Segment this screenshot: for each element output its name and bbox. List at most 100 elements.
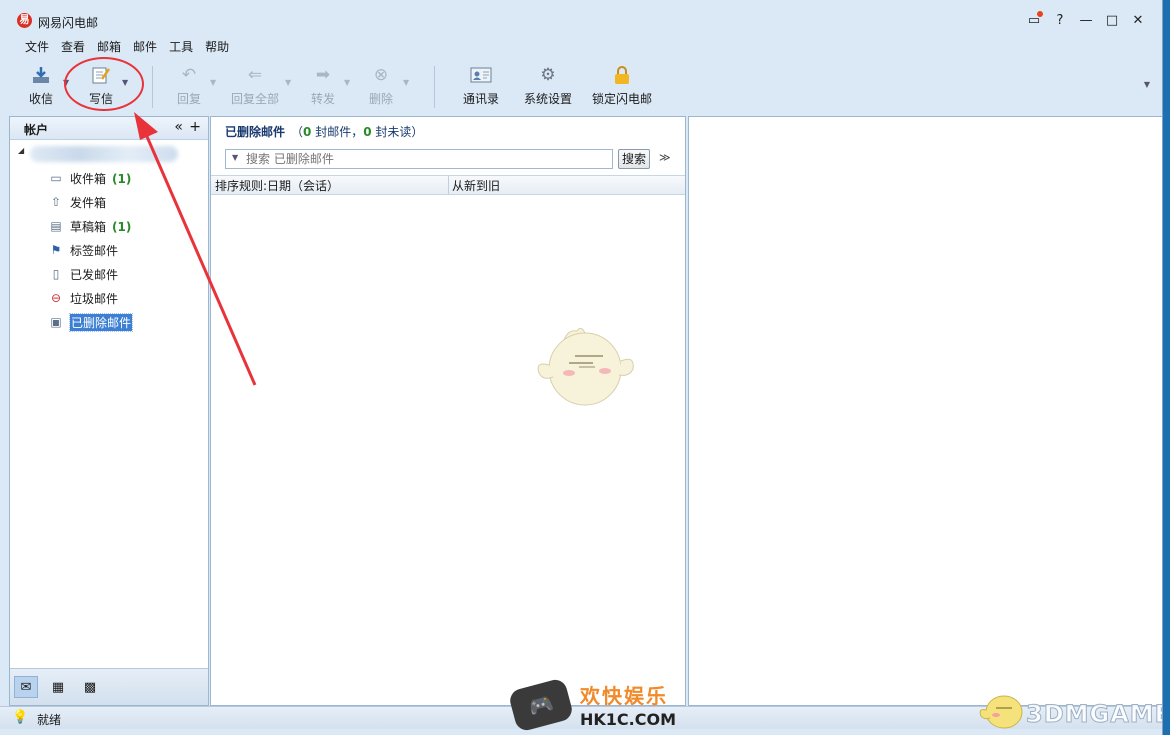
receive-button[interactable]: 收信 (24, 58, 58, 107)
lock-label: 锁定闪电邮 (591, 92, 652, 106)
gear-icon: ⚙ (540, 65, 556, 85)
sidebar-view-switcher: ✉ ▦ ▩ (10, 668, 208, 705)
toolbar-separator (434, 66, 435, 108)
folder-stats: （0 封邮件，0 封未读） (291, 125, 424, 139)
forward-dropdown-icon[interactable]: ▼ (344, 78, 350, 87)
delete-label: 删除 (368, 92, 393, 106)
folder-label: 发件箱 (70, 196, 107, 210)
watermark-cn-text: 欢快娱乐 (580, 684, 668, 708)
folder-flagged[interactable]: ⚑ 标签邮件 (10, 238, 208, 262)
folder-outbox[interactable]: ⇧ 发件箱 (10, 190, 208, 214)
reading-pane (688, 116, 1162, 706)
inbox-icon: ▭ (50, 171, 62, 185)
lock-button[interactable]: 锁定闪电邮 (590, 58, 654, 107)
contacts-icon (470, 64, 492, 86)
message-icon[interactable]: ▭ (1024, 11, 1044, 29)
account-name-blurred (30, 146, 178, 162)
menu-help[interactable]: 帮助 (205, 38, 229, 55)
folder-title: 已删除邮件 (225, 125, 286, 139)
sort-rule-column[interactable]: 排序规则:日期（会话） (215, 177, 339, 194)
column-divider[interactable] (448, 176, 449, 194)
add-account-button[interactable]: + (189, 119, 201, 135)
trash-icon: ▣ (50, 315, 62, 329)
drafts-icon: ▤ (50, 219, 62, 233)
sidebar-title: 帐户 (24, 123, 49, 137)
reply-all-dropdown-icon[interactable]: ▼ (285, 78, 291, 87)
delete-button[interactable]: ⊗ 删除 (364, 58, 398, 107)
mail-list-panel: 已删除邮件 （0 封邮件，0 封未读） ▼ 搜索 ≫ 排序规则:日期（会话） 从新… (210, 116, 686, 706)
folder-spam[interactable]: ⊖ 垃圾邮件 (10, 286, 208, 310)
watermark-en-text: HK1C.COM (580, 710, 677, 729)
app-logo-icon: 易 (17, 13, 32, 28)
menu-mail[interactable]: 邮件 (133, 38, 157, 55)
lock-icon (611, 64, 633, 86)
menu-bar: 文件 查看 邮箱 邮件 工具 帮助 (25, 38, 229, 55)
title-bar: 易 网易闪电邮 ▭ ? — □ ✕ (0, 8, 1162, 34)
toolbar-overflow-icon[interactable]: ▼ (1144, 80, 1150, 89)
search-input[interactable] (246, 151, 606, 167)
advanced-search-icon[interactable]: ≫ (659, 151, 671, 164)
folder-label: 收件箱 (70, 172, 107, 186)
folder-label: 草稿箱 (70, 220, 107, 234)
folder-sent[interactable]: ▯ 已发邮件 (10, 262, 208, 286)
contacts-label: 通讯录 (462, 92, 499, 106)
sort-order-column[interactable]: 从新到旧 (452, 177, 500, 194)
close-button[interactable]: ✕ (1128, 11, 1148, 29)
reply-all-button[interactable]: ⇐ 回复全部 (228, 58, 282, 107)
calendar-view-icon[interactable]: ▦ (46, 676, 70, 698)
reply-button[interactable]: ↶ 回复 (172, 58, 206, 107)
unread-count: (1) (112, 220, 132, 234)
reply-icon: ↶ (181, 65, 197, 85)
status-text: 就绪 (37, 713, 62, 727)
delete-icon: ⊗ (373, 65, 389, 85)
unread-count: (1) (112, 172, 132, 186)
menu-file[interactable]: 文件 (25, 38, 49, 55)
empty-mascot-icon (537, 327, 634, 406)
delete-dropdown-icon[interactable]: ▼ (403, 78, 409, 87)
flag-icon: ⚑ (50, 243, 62, 257)
forward-icon: ➡ (315, 65, 331, 85)
reply-label: 回复 (176, 92, 201, 106)
forward-label: 转发 (310, 92, 335, 106)
app-title: 网易闪电邮 (38, 16, 99, 30)
help-button[interactable]: ? (1050, 11, 1070, 29)
mascot-bird-icon (979, 695, 1023, 729)
receive-label: 收信 (28, 92, 53, 106)
toolbar: 收信 ▼ 写信 ▼ ↶ 回复 ▼ ⇐ 回复全部 ▼ ➡ 转发 ▼ ⊗ 删除 ▼ … (0, 58, 1162, 113)
lightbulb-icon: 💡 (12, 710, 29, 725)
mail-view-icon[interactable]: ✉ (14, 676, 38, 698)
folder-label: 垃圾邮件 (70, 292, 119, 306)
annotation-circle (64, 57, 144, 111)
folder-label: 标签邮件 (70, 244, 119, 258)
app-window: 易 网易闪电邮 ▭ ? — □ ✕ 文件 查看 邮箱 邮件 工具 帮助 收信 ▼ (0, 0, 1163, 735)
sent-icon: ▯ (52, 267, 60, 281)
expand-account-icon[interactable]: ◢ (18, 146, 24, 155)
folder-inbox[interactable]: ▭ 收件箱 (1) (10, 166, 208, 190)
apps-view-icon[interactable]: ▩ (78, 676, 102, 698)
minimize-button[interactable]: — (1076, 11, 1096, 29)
search-button[interactable]: 搜索 (618, 149, 650, 169)
search-scope-dropdown-icon[interactable]: ▼ (232, 153, 238, 162)
folder-header: 已删除邮件 （0 封邮件，0 封未读） (225, 123, 423, 140)
maximize-button[interactable]: □ (1102, 11, 1122, 29)
reply-all-label: 回复全部 (230, 92, 279, 106)
reply-all-icon: ⇐ (247, 65, 263, 85)
folder-label: 已发邮件 (70, 268, 119, 282)
menu-tools[interactable]: 工具 (169, 38, 193, 55)
search-box: ▼ (225, 149, 613, 169)
sidebar-header: 帐户 « + (10, 117, 208, 140)
collapse-sidebar-button[interactable]: « (174, 119, 183, 135)
menu-mailbox[interactable]: 邮箱 (97, 38, 121, 55)
contacts-button[interactable]: 通讯录 (460, 58, 502, 107)
folder-label: 已删除邮件 (68, 313, 134, 332)
forward-button[interactable]: ➡ 转发 (306, 58, 340, 107)
spam-icon: ⊖ (50, 291, 62, 305)
account-sidebar: 帐户 « + ◢ ▭ 收件箱 (1) ⇧ 发件箱 ▤ 草稿箱 (1) ⚑ 标签邮件 … (9, 116, 209, 706)
folder-trash[interactable]: ▣ 已删除邮件 (10, 310, 208, 334)
watermark-3dm-text: 3DMGAME (1025, 700, 1163, 729)
account-row[interactable]: ◢ (10, 140, 208, 166)
reply-dropdown-icon[interactable]: ▼ (210, 78, 216, 87)
settings-button[interactable]: ⚙ 系统设置 (522, 58, 574, 107)
menu-view[interactable]: 查看 (61, 38, 85, 55)
folder-drafts[interactable]: ▤ 草稿箱 (1) (10, 214, 208, 238)
